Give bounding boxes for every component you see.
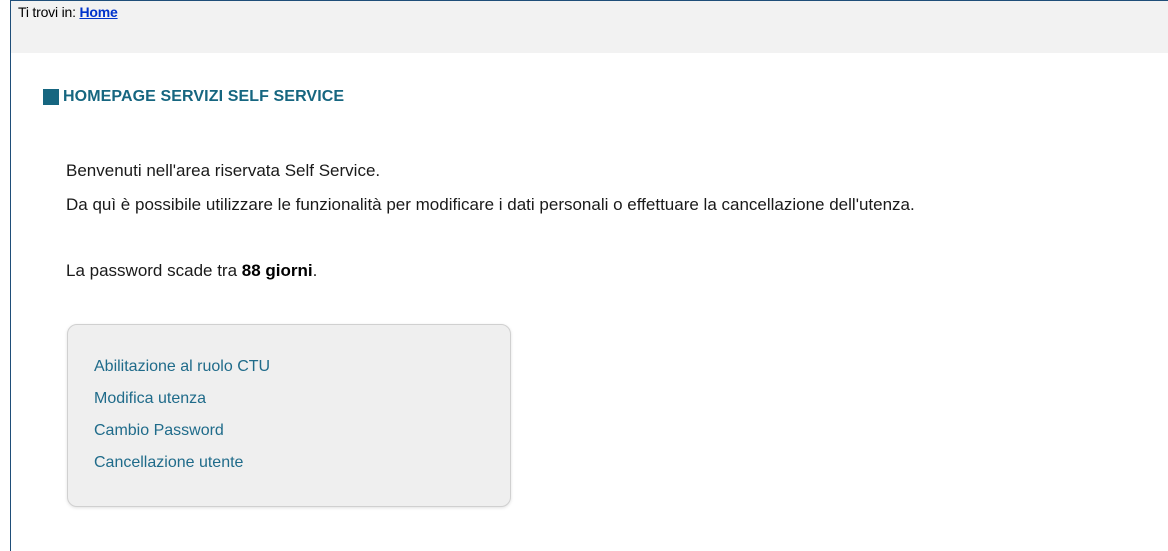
- breadcrumb-prefix: Ti trovi in:: [18, 4, 76, 20]
- square-marker-icon: [43, 89, 59, 105]
- list-item: Cancellazione utente: [94, 454, 270, 486]
- service-menu-list: Abilitazione al ruolo CTU Modifica utenz…: [94, 358, 270, 486]
- delete-user-link[interactable]: Cancellazione utente: [94, 454, 243, 471]
- service-menu-box: Abilitazione al ruolo CTU Modifica utenz…: [67, 324, 511, 507]
- breadcrumb-home-link[interactable]: Home: [79, 4, 117, 20]
- edit-user-link[interactable]: Modifica utenza: [94, 390, 206, 407]
- list-item: Cambio Password: [94, 422, 270, 454]
- breadcrumb: Ti trovi in: Home: [11, 1, 1168, 53]
- password-expiry-prefix: La password scade tra: [66, 261, 238, 280]
- password-expiry-suffix: .: [312, 261, 318, 280]
- page-frame: Ti trovi in: Home HOMEPAGE SERVIZI SELF …: [10, 0, 1168, 551]
- password-expiry-text: La password scade tra 88 giorni.: [66, 261, 317, 281]
- change-password-link[interactable]: Cambio Password: [94, 422, 224, 439]
- description-text: Da quì è possibile utilizzare le funzion…: [66, 195, 915, 214]
- welcome-text: Benvenuti nell'area riservata Self Servi…: [66, 161, 381, 180]
- list-item: Modifica utenza: [94, 390, 270, 422]
- page-title: HOMEPAGE SERVIZI SELF SERVICE: [63, 88, 345, 105]
- password-expiry-days: 88 giorni: [241, 261, 313, 280]
- list-item: Abilitazione al ruolo CTU: [94, 358, 270, 390]
- section-header: HOMEPAGE SERVIZI SELF SERVICE: [43, 88, 344, 106]
- ctu-role-link[interactable]: Abilitazione al ruolo CTU: [94, 358, 270, 375]
